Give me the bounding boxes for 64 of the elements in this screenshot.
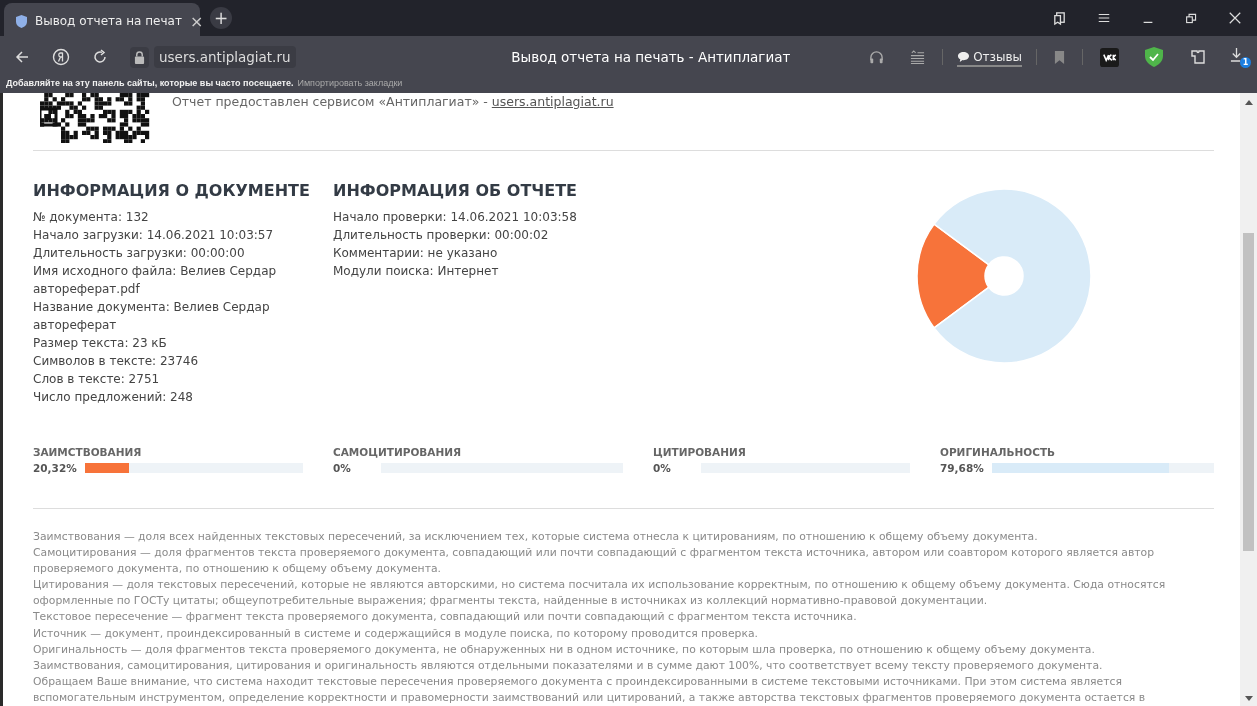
page-title: Вывод отчета на печать - Антиплагиат	[511, 49, 791, 65]
new-tab-button[interactable]: +	[210, 7, 232, 29]
back-icon[interactable]	[14, 49, 30, 65]
section-title: ИНФОРМАЦИЯ ОБ ОТЧЕТЕ	[333, 181, 578, 200]
import-bookmarks-link[interactable]: Импортировать закладки	[297, 78, 403, 88]
info-line: № документа: 132	[33, 209, 150, 226]
definition-paragraph: Цитирования — доля текстовых пересечений, которые не являются авторскими, но система посчитала их использование корректным, по отношению к общему объему документа. Сюда относятся оформленные по ГОСТу цитаты; общеупотребительные выражения; фрагменты текста, найденные в источниках из коллекций нормативно-правовой документации.	[33, 577, 1167, 610]
metric-value: 0%	[653, 462, 672, 474]
info-line: Начало проверки: 14.06.2021 10:03:58	[333, 209, 578, 226]
headphones-icon[interactable]	[869, 49, 885, 65]
info-line: Комментарии: не указано	[333, 245, 499, 262]
menu-icon[interactable]	[1097, 11, 1111, 25]
info-line: Длительность загрузки: 00:00:00	[33, 245, 246, 262]
definition-paragraph: Обращаем Ваше внимание, что система находит текстовые пересечения проверяемого документа с проиндексированными в системе текстовыми источниками. При этом система является вспомогательным инструментом, определение корректности и правомерности заимствований или цитирований, а также авторства текстовых фрагментов проверяемого документа остается в	[33, 673, 1147, 706]
info-line: Слов в тексте: 2751	[33, 371, 161, 388]
info-line: Число предложений: 248	[33, 389, 194, 406]
vk-icon[interactable]	[1100, 47, 1119, 67]
definition-paragraph: Заимствования — доля всех найденных текстовых пересечений, за исключением тех, которые система отнесла к цитированиям, по отношению к общему объему документа.	[33, 529, 1039, 545]
section-title: ИНФОРМАЦИЯ О ДОКУМЕНТЕ	[33, 181, 311, 200]
definition-paragraph: Текстовое пересечение — фрагмент текста проверяемого документа, совпадающий или почти совпадающий с фрагментом текста источника.	[33, 609, 858, 626]
info-line: Начало загрузки: 14.06.2021 10:03:57	[33, 227, 275, 244]
bookmarks-hint: Добавляйте на эту панель сайты, которые вы часто посещаете.	[6, 78, 294, 88]
speech-bubble-icon	[957, 50, 971, 63]
reload-icon[interactable]	[92, 49, 108, 65]
reader-icon[interactable]	[910, 49, 926, 65]
download-button[interactable]: 1	[1230, 46, 1251, 68]
download-icon	[1230, 46, 1243, 62]
shield-check-icon[interactable]	[1145, 47, 1163, 67]
restore-icon[interactable]	[1185, 11, 1198, 25]
metric-value: 79,68%	[940, 462, 984, 474]
address-field[interactable]: users.antiplagiat.ru	[154, 46, 296, 68]
scroll-down-icon[interactable]	[1244, 696, 1253, 701]
browser-tab[interactable]: Вывод отчета на печат ×	[4, 3, 200, 39]
info-line: Модули поиска: Интернет	[333, 263, 500, 280]
close-icon[interactable]	[1228, 11, 1242, 25]
scroll-up-icon[interactable]	[1244, 100, 1253, 105]
definition-paragraph: Заимствования, самоцитирования, цитирования и оригинальность являются отдельными показателями и в сумме дают 100%, что соответствует всему тексту проверяемого документа.	[33, 657, 1104, 674]
tab-title: Вывод отчета на печат	[35, 14, 182, 28]
feedback-button[interactable]: Отзывы	[957, 47, 1022, 67]
download-count-badge: 1	[1240, 56, 1251, 68]
metric-label: САМОЦИТИРОВАНИЯ	[333, 446, 463, 458]
yandex-circle-icon[interactable]	[52, 48, 70, 66]
cards-icon[interactable]	[1052, 10, 1067, 26]
definition-paragraph: Оригинальность — доля фрагментов текста проверяемого документа, не обнаруженных ни в одном источнике, по которым шла проверка, по отношению к общему объему документа.	[33, 641, 1096, 658]
metric-label: ЦИТИРОВАНИЯ	[653, 446, 747, 458]
bookmark-icon[interactable]	[1054, 49, 1065, 65]
shirt-icon[interactable]	[1189, 48, 1207, 66]
lock-icon	[130, 46, 149, 68]
scrollbar-thumb[interactable]	[1243, 233, 1254, 551]
info-line: Размер текста: 23 кБ	[33, 335, 168, 352]
metric-label: ОРИГИНАЛЬНОСТЬ	[940, 446, 1057, 458]
metric-value: 20,32%	[33, 462, 77, 474]
metric-value: 0%	[333, 462, 352, 474]
provided-by-text: Отчет предоставлен сервисом «Антиплагиат» - users.antiplagiat.ru	[172, 94, 614, 109]
info-line: Имя исходного файла: Велиев Сердар автореферат.pdf	[33, 263, 278, 298]
info-line: Название документа: Велиев Сердар автореферат	[33, 299, 271, 334]
antiplagiat-link[interactable]: users.antiplagiat.ru	[491, 94, 614, 109]
definition-paragraph: Источник — документ, проиндексированный в системе и содержащийся в модуле поиска, по которому проводится проверка.	[33, 625, 760, 642]
metric-label: ЗАИМСТВОВАНИЯ	[33, 446, 143, 458]
shield-icon	[16, 14, 27, 28]
info-line: Длительность проверки: 00:00:02	[333, 227, 550, 244]
definition-paragraph: Самоцитирования — доля фрагментов текста проверяемого документа, совпадающий или почти совпадающий с фрагментом текста источника, автором или соавтором которого является автор проверяемого документа, по отношению к общему объему документа.	[33, 545, 1156, 578]
info-line: Символов в тексте: 23746	[33, 353, 200, 370]
scrollbar[interactable]	[1240, 93, 1257, 706]
